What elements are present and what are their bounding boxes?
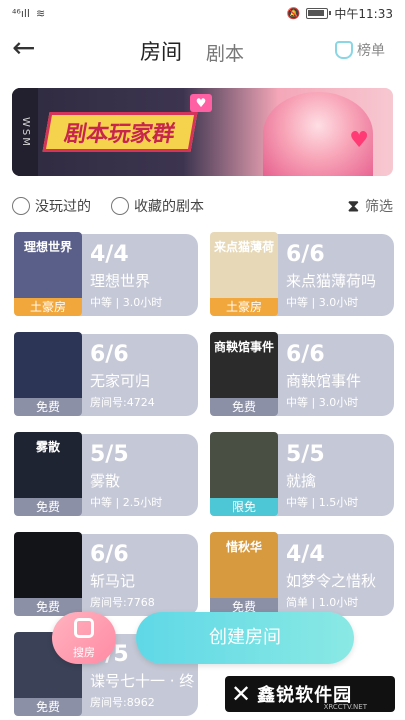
room-tag: 免费 xyxy=(14,498,82,516)
watermark-sub: XRCCTV.NET xyxy=(323,703,367,711)
room-meta: 房间号:8962 xyxy=(90,696,155,709)
screen-label: 筛选 xyxy=(365,199,393,215)
status-bar: ⁴⁶ıll ≋ 🔕 中午11:33 xyxy=(0,0,405,26)
tab-rooms[interactable]: 房间 xyxy=(134,36,198,68)
cover-title: 来点猫薄荷 xyxy=(213,240,274,254)
screen-button[interactable]: ⧗ 筛选 xyxy=(348,196,393,216)
room-tag: 免费 xyxy=(14,698,82,716)
back-arrow-icon[interactable]: ← xyxy=(12,34,42,64)
player-count: 5/5 xyxy=(90,442,129,467)
watermark: ✕ 鑫锐软件园 XRCCTV.NET xyxy=(225,676,395,712)
filter-label: 收藏的剧本 xyxy=(134,199,204,215)
room-tag: 免费 xyxy=(14,398,82,416)
room-thumbnail: 免费 xyxy=(14,532,82,616)
room-name: 理想世界 xyxy=(90,272,151,290)
room-card[interactable]: 限免 5/5 就擒中等 | 1.5小时 xyxy=(210,432,394,516)
search-room-button[interactable]: 搜房 xyxy=(52,612,116,664)
player-count: 5/5 xyxy=(286,442,325,467)
room-meta: 中等 | 3.0小时 xyxy=(286,396,359,409)
room-name: 雾散 xyxy=(90,472,121,490)
room-name: 如梦令之惜秋 xyxy=(286,572,377,590)
promo-banner[interactable]: WSM ♥ 剧本玩家群 ♥ xyxy=(12,88,393,176)
search-icon xyxy=(74,618,94,638)
cover-art xyxy=(210,432,278,498)
header: ← 房间 剧本 榜单 xyxy=(0,28,405,74)
battery-icon xyxy=(306,7,332,19)
room-name: 商鞅馆事件 xyxy=(286,372,362,390)
room-name: 斩马记 xyxy=(90,572,136,590)
room-meta: 中等 | 2.5小时 xyxy=(90,496,163,509)
status-time: 中午11:33 xyxy=(334,6,393,21)
room-card[interactable]: 来点猫薄荷土豪房 6/6 来点猫薄荷吗中等 | 3.0小时 xyxy=(210,232,394,316)
cover-title: 理想世界 xyxy=(23,240,72,254)
tab-scripts[interactable]: 剧本 xyxy=(206,39,244,66)
room-tag: 限免 xyxy=(210,498,278,516)
filter-favorites[interactable]: 收藏的剧本 xyxy=(111,196,204,216)
room-name: 就擒 xyxy=(286,472,317,490)
room-thumbnail: 限免 xyxy=(210,432,278,516)
room-tag: 免费 xyxy=(210,398,278,416)
room-thumbnail: 商鞅馆事件 免费 xyxy=(210,332,278,416)
tab-bar: 房间 剧本 xyxy=(134,36,244,68)
heart-icon: ♥ xyxy=(190,94,212,112)
wifi-icon: ≋ xyxy=(36,6,46,20)
player-count: 6/6 xyxy=(286,342,325,367)
room-tag: 土豪房 xyxy=(14,298,82,316)
cover-title: 雾散 xyxy=(35,440,60,454)
room-card[interactable]: 免费 6/6 斩马记房间号:7768 xyxy=(14,532,198,616)
room-name: 无家可归 xyxy=(90,372,151,390)
cover-title: 惜秋华 xyxy=(225,540,262,554)
player-count: 4/4 xyxy=(286,542,325,567)
trophy-icon xyxy=(335,41,353,59)
filter-label: 没玩过的 xyxy=(35,199,91,215)
player-count: 6/6 xyxy=(286,242,325,267)
room-thumbnail: 来点猫薄荷 土豪房 xyxy=(210,232,278,316)
rank-button[interactable]: 榜单 xyxy=(335,40,385,60)
room-thumbnail: 雾散 免费 xyxy=(14,432,82,516)
player-count: 6/6 xyxy=(90,542,129,567)
mute-icon: 🔕 xyxy=(286,6,301,20)
hourglass-icon: ⧗ xyxy=(347,196,359,215)
cover-art xyxy=(14,332,82,398)
room-meta: 简单 | 1.0小时 xyxy=(286,596,359,609)
cover-art xyxy=(14,532,82,598)
banner-title: 剧本玩家群 xyxy=(42,112,198,152)
room-card[interactable]: 惜秋华 免费 4/4 如梦令之惜秋简单 | 1.0小时 xyxy=(210,532,394,616)
room-meta: 中等 | 1.5小时 xyxy=(286,496,359,509)
signal-icon: ⁴⁶ıll xyxy=(12,6,30,20)
player-count: 6/6 xyxy=(90,342,129,367)
radio-icon xyxy=(12,197,30,215)
watermark-logo: ✕ xyxy=(231,680,252,708)
filter-row: 没玩过的 收藏的剧本 ⧗ 筛选 xyxy=(12,193,393,219)
cover-title: 商鞅馆事件 xyxy=(213,340,274,354)
room-name: 来点猫薄荷吗 xyxy=(286,272,377,290)
room-thumbnail: 惜秋华 免费 xyxy=(210,532,278,616)
heart-icon: ♥ xyxy=(349,128,369,153)
create-room-button[interactable]: 创建房间 xyxy=(136,612,354,664)
room-card[interactable]: 理想世界 土豪房 4/4 理想世界 中等 | 3.0小时 xyxy=(14,232,198,316)
radio-icon xyxy=(111,197,129,215)
filter-unplayed[interactable]: 没玩过的 xyxy=(12,196,91,216)
room-meta: 房间号:7768 xyxy=(90,596,155,609)
room-meta: 中等 | 3.0小时 xyxy=(90,296,163,309)
room-meta: 房间号:4724 xyxy=(90,396,155,409)
banner-side-label: WSM xyxy=(12,88,38,176)
search-room-label: 搜房 xyxy=(73,646,95,659)
room-card[interactable]: 雾散 免费 5/5 雾散 中等 | 2.5小时 xyxy=(14,432,198,516)
player-count: 4/4 xyxy=(90,242,129,267)
room-name: 谍号七十一 · 终 xyxy=(90,672,195,690)
rank-label: 榜单 xyxy=(357,43,385,59)
room-thumbnail: 免费 xyxy=(14,332,82,416)
room-tag: 土豪房 xyxy=(210,298,278,316)
room-thumbnail: 理想世界 土豪房 xyxy=(14,232,82,316)
room-meta: 中等 | 3.0小时 xyxy=(286,296,359,309)
room-card[interactable]: 商鞅馆事件 免费 6/6 商鞅馆事件 中等 | 3.0小时 xyxy=(210,332,394,416)
room-card[interactable]: 免费 6/6 无家可归房间号:4724 xyxy=(14,332,198,416)
